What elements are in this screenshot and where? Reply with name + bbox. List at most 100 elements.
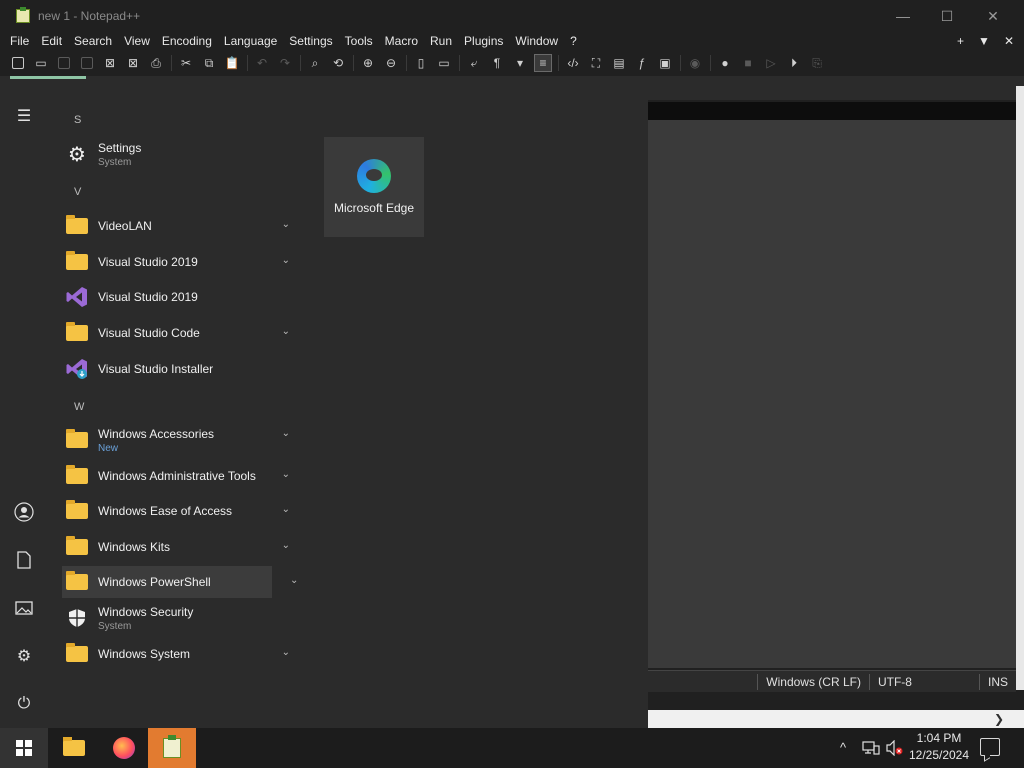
pictures-icon[interactable] — [12, 596, 36, 620]
monitoring-icon[interactable]: ◉ — [687, 55, 703, 71]
folder-workspace-icon[interactable]: ▣ — [657, 55, 673, 71]
app-subtitle: System — [98, 156, 132, 168]
menu-window[interactable]: Window — [515, 34, 558, 48]
stop-macro-icon[interactable]: ■ — [740, 55, 756, 71]
function-list-icon[interactable]: ƒ — [634, 55, 650, 71]
save-macro-icon[interactable]: ⎘ — [809, 55, 825, 71]
user-language-icon[interactable]: ‹/› — [565, 55, 581, 71]
document-list-icon[interactable]: ▤ — [611, 55, 627, 71]
menu-language[interactable]: Language — [224, 34, 277, 48]
taskbar-firefox[interactable] — [100, 728, 148, 768]
copy-icon[interactable]: ⧉ — [201, 55, 217, 71]
folder-icon — [66, 500, 88, 522]
redo-icon[interactable]: ↷ — [277, 55, 293, 71]
replace-icon[interactable]: ⟲ — [330, 55, 346, 71]
notepadpp-icon — [16, 7, 30, 23]
app-windows-accessories[interactable]: Windows Accessories New ⌄ — [62, 424, 308, 456]
section-letter-w[interactable]: W — [74, 401, 84, 413]
app-windows-kits[interactable]: Windows Kits ⌄ — [62, 531, 308, 563]
section-letter-v[interactable]: V — [74, 186, 81, 198]
taskbar-notepadpp[interactable] — [148, 728, 196, 768]
menu-help[interactable]: ? — [570, 34, 577, 48]
close-file-icon[interactable]: ⊠ — [102, 55, 118, 71]
sync-horizontal-icon[interactable]: ▭ — [436, 55, 452, 71]
indent-guide-icon[interactable]: ≡ — [534, 54, 552, 72]
find-icon[interactable]: ⌕ — [307, 55, 323, 71]
status-encoding[interactable]: UTF-8 — [868, 673, 979, 690]
status-eol[interactable]: Windows (CR LF) — [757, 673, 869, 690]
documents-icon[interactable] — [12, 548, 36, 572]
app-windows-administrative-tools[interactable]: Windows Administrative Tools ⌄ — [62, 460, 308, 492]
play-macro-icon[interactable]: ▷ — [763, 55, 779, 71]
cut-icon[interactable]: ✂ — [178, 55, 194, 71]
menu-search[interactable]: Search — [74, 34, 112, 48]
save-icon[interactable] — [56, 55, 72, 71]
app-settings[interactable]: ⚙ Settings System — [62, 138, 308, 170]
visual-studio-icon — [66, 286, 88, 308]
menu-edit[interactable]: Edit — [41, 34, 62, 48]
chevron-down-icon: ⌄ — [281, 255, 290, 266]
new-file-icon[interactable] — [10, 55, 26, 71]
tray-overflow-icon[interactable]: ^ — [840, 740, 846, 755]
run-macro-multiple-icon[interactable]: ⏵ — [786, 55, 802, 71]
app-windows-security[interactable]: Windows Security System — [62, 602, 308, 634]
section-letter-s[interactable]: S — [74, 114, 81, 126]
maximize-button[interactable]: ☐ — [924, 0, 970, 32]
close-button[interactable]: ✕ — [970, 0, 1016, 32]
pinned-tile-microsoft-edge[interactable]: Microsoft Edge — [324, 137, 424, 237]
notification-center-icon[interactable] — [980, 738, 1000, 756]
menu-settings[interactable]: Settings — [289, 34, 332, 48]
settings-gear-icon[interactable]: ⚙ — [12, 644, 36, 668]
app-name: Windows PowerShell — [98, 575, 211, 589]
menu-view[interactable]: View — [124, 34, 150, 48]
tab-list-dropdown[interactable]: ▼ — [978, 34, 990, 48]
menu-bar-right: + ▼ ✕ — [957, 32, 1014, 50]
chevron-down-icon: ⌄ — [290, 575, 299, 586]
vertical-scrollbar[interactable] — [1016, 86, 1024, 690]
indent-guide-dropdown-icon[interactable]: ▾ — [512, 55, 528, 71]
menu-run[interactable]: Run — [430, 34, 452, 48]
app-visual-studio-2019-folder[interactable]: Visual Studio 2019 ⌄ — [62, 246, 308, 278]
document-map-icon[interactable]: ⛶ — [588, 55, 604, 71]
user-account-icon[interactable] — [12, 500, 36, 524]
app-windows-system[interactable]: Windows System ⌄ — [62, 638, 308, 670]
horizontal-scrollbar[interactable]: ❯ — [648, 710, 1024, 728]
save-all-icon[interactable] — [79, 55, 95, 71]
minimize-button[interactable]: — — [880, 0, 926, 32]
close-all-icon[interactable]: ⊠ — [125, 55, 141, 71]
folder-icon — [66, 215, 88, 237]
menu-tools[interactable]: Tools — [345, 34, 373, 48]
undo-icon[interactable]: ↶ — [254, 55, 270, 71]
paste-icon[interactable]: 📋 — [224, 55, 240, 71]
start-button[interactable] — [0, 728, 48, 768]
app-windows-ease-of-access[interactable]: Windows Ease of Access ⌄ — [62, 495, 308, 527]
network-icon[interactable] — [862, 740, 880, 759]
status-insert-mode[interactable]: INS — [978, 673, 1016, 690]
app-visual-studio-2019[interactable]: Visual Studio 2019 — [62, 281, 308, 313]
taskbar-file-explorer[interactable] — [50, 728, 98, 768]
scroll-right-icon[interactable]: ❯ — [994, 712, 1004, 726]
menu-macro[interactable]: Macro — [385, 34, 418, 48]
menu-encoding[interactable]: Encoding — [162, 34, 212, 48]
system-clock[interactable]: 1:04 PM 12/25/2024 — [900, 730, 978, 764]
zoom-out-icon[interactable]: ⊖ — [383, 55, 399, 71]
app-visual-studio-code-folder[interactable]: Visual Studio Code ⌄ — [62, 317, 308, 349]
app-visual-studio-installer[interactable]: Visual Studio Installer — [62, 353, 308, 385]
zoom-in-icon[interactable]: ⊕ — [360, 55, 376, 71]
close-tab-button[interactable]: ✕ — [1004, 34, 1014, 48]
record-macro-icon[interactable]: ● — [717, 55, 733, 71]
app-windows-powershell[interactable]: Windows PowerShell — [62, 566, 272, 598]
editor-area[interactable] — [648, 102, 1016, 668]
print-icon[interactable]: ⎙ — [148, 55, 164, 71]
word-wrap-icon[interactable]: ⤶ — [466, 55, 482, 71]
app-name: Visual Studio 2019 — [98, 290, 198, 304]
app-videolan[interactable]: VideoLAN ⌄ — [62, 210, 308, 242]
new-tab-button[interactable]: + — [957, 34, 964, 48]
power-icon[interactable]: ⏻ — [12, 692, 36, 716]
menu-plugins[interactable]: Plugins — [464, 34, 503, 48]
open-file-icon[interactable]: ▭ — [33, 55, 49, 71]
expand-menu-icon[interactable]: ☰ — [12, 104, 36, 128]
sync-vertical-icon[interactable]: ▯ — [413, 55, 429, 71]
show-all-chars-icon[interactable]: ¶ — [489, 55, 505, 71]
menu-file[interactable]: File — [10, 34, 29, 48]
